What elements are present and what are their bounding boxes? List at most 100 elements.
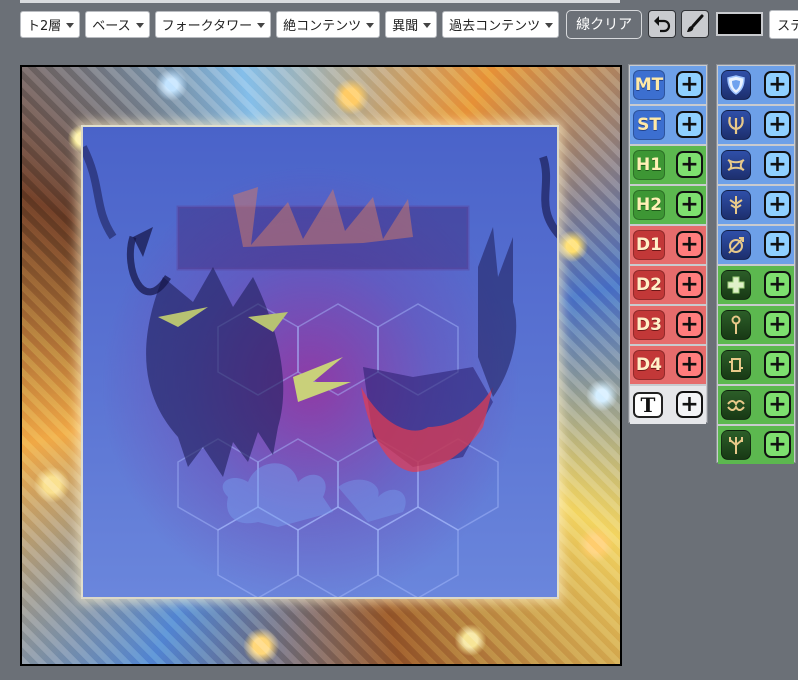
role-row-d2[interactable]: D2 + — [630, 266, 706, 304]
add-d1-button[interactable]: + — [676, 231, 703, 258]
add-mt-button[interactable]: + — [676, 71, 703, 98]
add-d4-button[interactable]: + — [676, 351, 703, 378]
chevron-down-icon — [66, 22, 75, 28]
arena-board[interactable] — [20, 65, 622, 666]
stage-select-label: ステー — [777, 18, 798, 34]
gunbreaker-glyph — [729, 196, 743, 214]
role-badge-h2[interactable]: H2 — [633, 190, 665, 220]
role-row-text[interactable]: T + — [630, 386, 706, 424]
past-content-select[interactable]: 過去コンテンツ — [442, 10, 560, 38]
role-badge-d2[interactable]: D2 — [633, 270, 665, 300]
add-scholar-button[interactable]: + — [764, 311, 791, 338]
role-badge-mt[interactable]: MT — [633, 70, 665, 100]
role-row-d4[interactable]: D4 + — [630, 346, 706, 384]
warrior-axe-icon[interactable] — [721, 110, 751, 140]
healer-generic-icon[interactable] — [721, 430, 751, 460]
role-row-st[interactable]: ST + — [630, 106, 706, 144]
toolbar: ト2層 ベース フォークタワー 絶コンテンツ 異聞 過去コンテンツ 線クリア ス… — [20, 9, 798, 39]
plus-icon: + — [680, 231, 699, 257]
undo-button[interactable] — [648, 10, 677, 38]
base-select[interactable]: ベース — [85, 10, 150, 38]
role-panel-right: + + + + + + + + + + — [716, 64, 796, 464]
plus-icon: + — [768, 311, 787, 337]
role-badge-d3[interactable]: D3 — [633, 310, 665, 340]
add-h2-button[interactable]: + — [676, 191, 703, 218]
ultimate-select-value: 絶コンテンツ — [283, 18, 362, 34]
role-badge-h1[interactable]: H1 — [633, 150, 665, 180]
ultimate-select[interactable]: 絶コンテンツ — [276, 10, 381, 38]
job-row-whitemage[interactable]: + — [718, 266, 794, 304]
job-row-paladin[interactable]: + — [718, 66, 794, 104]
plus-icon: + — [680, 351, 699, 377]
astrologian-glyph — [729, 358, 743, 372]
add-sage-button[interactable]: + — [764, 391, 791, 418]
astrologian-icon[interactable] — [721, 350, 751, 380]
plus-icon: + — [768, 191, 787, 217]
add-d2-button[interactable]: + — [676, 271, 703, 298]
chevron-down-icon — [366, 22, 375, 28]
role-panel-left: MT + ST + H1 + H2 + D1 + D2 + D3 + D4 + … — [628, 64, 708, 424]
plus-icon: + — [680, 111, 699, 137]
job-row-scholar[interactable]: + — [718, 306, 794, 344]
job-row-tank-generic[interactable]: + — [718, 226, 794, 264]
tower-select[interactable]: フォークタワー — [154, 10, 272, 38]
chevron-down-icon — [257, 22, 266, 28]
warrior-glyph — [728, 116, 744, 134]
role-badge-d4[interactable]: D4 — [633, 350, 665, 380]
plus-icon: + — [768, 111, 787, 137]
darkknight-icon[interactable] — [721, 150, 751, 180]
sage-icon[interactable] — [721, 390, 751, 420]
job-row-astrologian[interactable]: + — [718, 346, 794, 384]
add-gunbreaker-button[interactable]: + — [764, 191, 791, 218]
role-row-d3[interactable]: D3 + — [630, 306, 706, 344]
chevron-down-icon — [423, 22, 432, 28]
add-text-button[interactable]: + — [676, 391, 703, 418]
plus-icon: + — [768, 391, 787, 417]
variant-select[interactable]: 異聞 — [385, 10, 438, 38]
role-row-h1[interactable]: H1 + — [630, 146, 706, 184]
brush-button[interactable] — [681, 10, 710, 38]
stage-select[interactable]: ステー — [769, 9, 798, 39]
tank-generic-icon[interactable] — [721, 230, 751, 260]
role-row-mt[interactable]: MT + — [630, 66, 706, 104]
job-row-darkknight[interactable]: + — [718, 146, 794, 184]
job-row-healer-generic[interactable]: + — [718, 426, 794, 464]
scholar-glyph — [731, 315, 741, 334]
paladin-shield-icon[interactable] — [721, 70, 751, 100]
plus-icon: + — [680, 191, 699, 217]
add-h1-button[interactable]: + — [676, 151, 703, 178]
add-warrior-button[interactable]: + — [764, 111, 791, 138]
role-row-h2[interactable]: H2 + — [630, 186, 706, 224]
plus-icon: + — [680, 271, 699, 297]
add-healer-button[interactable]: + — [764, 431, 791, 458]
job-row-sage[interactable]: + — [718, 386, 794, 424]
add-st-button[interactable]: + — [676, 111, 703, 138]
tower-select-value: フォークタワー — [161, 18, 253, 34]
variant-select-value: 異聞 — [392, 18, 419, 34]
plus-icon: + — [680, 151, 699, 177]
role-badge-st[interactable]: ST — [633, 110, 665, 140]
top-divider — [20, 0, 620, 3]
scholar-icon[interactable] — [721, 310, 751, 340]
add-whitemage-button[interactable]: + — [764, 271, 791, 298]
add-astrologian-button[interactable]: + — [764, 351, 791, 378]
job-row-warrior[interactable]: + — [718, 106, 794, 144]
darkknight-glyph — [727, 159, 745, 171]
text-tool-icon[interactable]: T — [633, 392, 663, 418]
add-d3-button[interactable]: + — [676, 311, 703, 338]
role-badge-d1[interactable]: D1 — [633, 230, 665, 260]
floor-select[interactable]: ト2層 — [20, 10, 81, 38]
arena-floor[interactable] — [81, 125, 559, 599]
clear-lines-button[interactable]: 線クリア — [566, 9, 643, 39]
role-row-d1[interactable]: D1 + — [630, 226, 706, 264]
pen-color-picker[interactable] — [716, 12, 764, 36]
job-row-gunbreaker[interactable]: + — [718, 186, 794, 224]
add-paladin-button[interactable]: + — [764, 71, 791, 98]
gunbreaker-icon[interactable] — [721, 190, 751, 220]
chevron-down-icon — [545, 22, 554, 28]
undo-icon — [654, 16, 671, 33]
whitemage-cross-icon[interactable] — [721, 270, 751, 300]
add-darkknight-button[interactable]: + — [764, 151, 791, 178]
past-content-select-value: 過去コンテンツ — [449, 18, 541, 34]
add-tank-button[interactable]: + — [764, 231, 791, 258]
